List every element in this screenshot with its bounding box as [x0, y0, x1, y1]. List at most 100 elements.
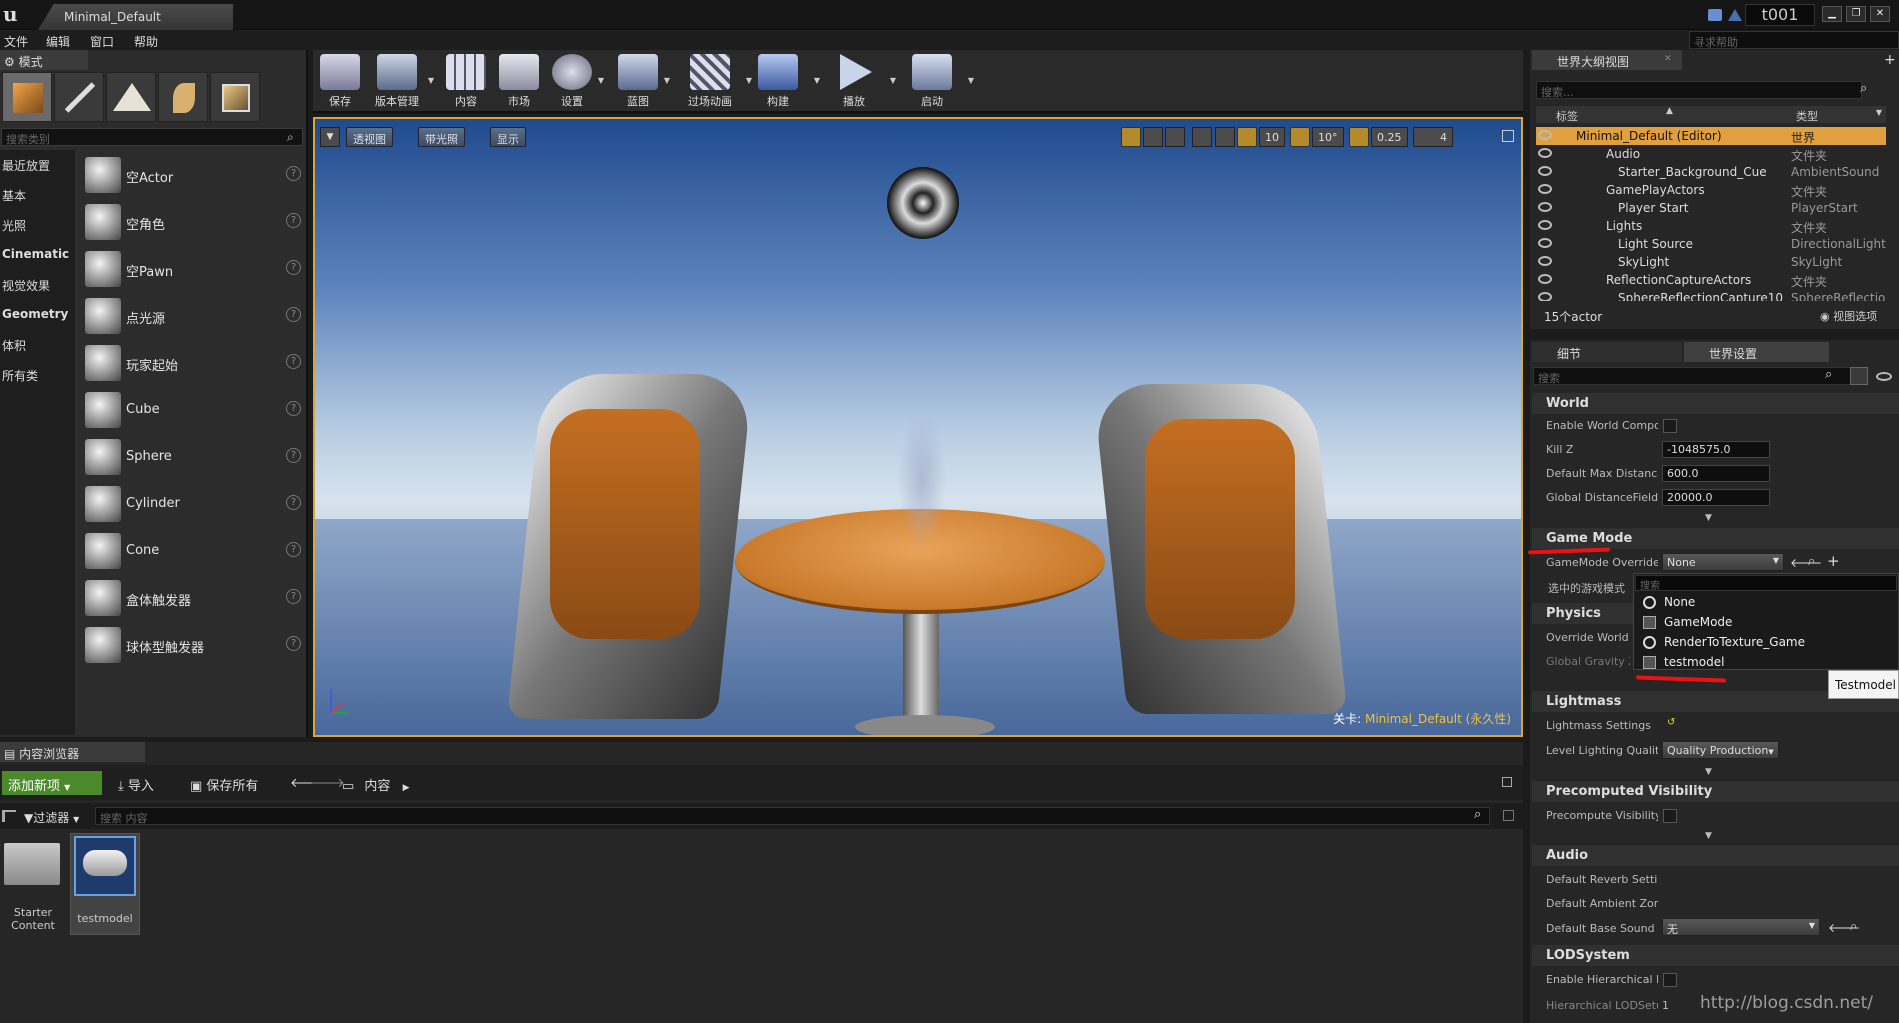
save-all-button[interactable]: ▣ 保存所有 [190, 775, 258, 794]
world-settings-tab[interactable]: 世界设置 [1684, 342, 1829, 362]
maximize-viewport-icon[interactable] [1502, 130, 1514, 142]
menu-window[interactable]: 窗口 [90, 33, 114, 50]
outliner-row[interactable]: ReflectionCaptureActors 文件夹 [1536, 271, 1886, 289]
property-matrix-icon[interactable] [1850, 367, 1868, 385]
notification-icon[interactable] [1708, 9, 1722, 21]
play-button[interactable]: 播放 ▼ [834, 54, 896, 110]
global-distance-field-field[interactable]: 20000.0 [1662, 489, 1770, 506]
place-item-cylinder[interactable]: Cylinder? [83, 481, 305, 525]
advanced-expand-icon[interactable]: ▼ [1705, 767, 1712, 777]
category-search-input[interactable]: 搜索类别 [1, 128, 303, 146]
visibility-eye-icon[interactable] [1538, 274, 1552, 284]
world-outliner-tab[interactable]: 世界大纲视图 [1532, 50, 1682, 70]
geometry-mode-button[interactable] [210, 72, 260, 122]
base-sound-select[interactable]: 无 ▼ [1662, 918, 1820, 936]
details-tab[interactable]: 细节 [1532, 342, 1682, 362]
visibility-eye-icon[interactable] [1538, 130, 1552, 140]
sources-toggle-icon[interactable] [2, 810, 16, 822]
chevron-down-icon[interactable]: ▼ [428, 76, 434, 85]
help-icon[interactable]: ? [286, 213, 301, 228]
perspective-button[interactable]: 透视图 [346, 127, 393, 147]
history-forward-icon[interactable]: 🡒 [310, 775, 345, 791]
add-icon[interactable]: + [1827, 552, 1840, 570]
visibility-eye-icon[interactable] [1538, 202, 1552, 212]
modes-tab[interactable]: ⚙ 模式 [0, 50, 88, 70]
viewport-options-button[interactable]: ▼ [320, 127, 340, 147]
help-search-input[interactable]: 寻求帮助 [1689, 31, 1899, 49]
use-selected-arrow-icon[interactable]: 🡐 [1790, 555, 1822, 570]
settings-button[interactable]: 设置 ▼ [552, 54, 604, 110]
help-icon[interactable]: ? [286, 260, 301, 275]
scale-snap-value[interactable]: 0.25 [1371, 127, 1408, 147]
blueprints-button[interactable]: 蓝图 ▼ [618, 54, 670, 110]
menu-file[interactable]: 文件 [4, 33, 28, 50]
build-button[interactable]: 构建 ▼ [758, 54, 820, 110]
camera-speed-button[interactable]: 4 [1413, 127, 1453, 147]
default-max-distance-field[interactable]: 600.0 [1662, 465, 1770, 482]
lock-icon[interactable] [1502, 777, 1512, 787]
world-local-icon[interactable] [1192, 127, 1212, 147]
reset-arrow-icon[interactable]: ↺ [1667, 717, 1675, 728]
help-icon[interactable]: ? [286, 448, 301, 463]
category-volumes[interactable]: 体积 [2, 337, 26, 354]
visibility-eye-icon[interactable] [1538, 148, 1552, 158]
section-lod-system[interactable]: LODSystem [1532, 945, 1899, 966]
lighting-quality-select[interactable]: Quality Production▼ [1662, 741, 1779, 759]
chevron-down-icon[interactable]: ▼ [814, 76, 820, 85]
section-physics[interactable]: Physics [1532, 603, 1633, 624]
place-item-cone[interactable]: Cone? [83, 528, 305, 572]
place-item-empty-pawn[interactable]: 空Pawn? [83, 246, 305, 290]
landscape-mode-button[interactable] [106, 72, 156, 122]
outliner-row[interactable]: Audio 文件夹 [1536, 145, 1886, 163]
chevron-down-icon[interactable]: ▼ [664, 76, 670, 85]
category-geometry[interactable]: Geometry [2, 307, 68, 321]
advanced-expand-icon[interactable]: ▼ [1705, 513, 1712, 523]
level-document-tab[interactable]: Minimal_Default [38, 4, 233, 30]
help-icon[interactable]: ? [286, 307, 301, 322]
help-icon[interactable]: ? [286, 166, 301, 181]
help-icon[interactable]: ? [286, 354, 301, 369]
outliner-row[interactable]: SkyLight SkyLight [1536, 253, 1886, 271]
outliner-row[interactable]: Starter_Background_Cue AmbientSound [1536, 163, 1886, 181]
rotation-snap-icon[interactable] [1290, 127, 1310, 147]
place-item-player-start[interactable]: 玩家起始? [83, 340, 305, 384]
close-tab-icon[interactable]: ✕ [1664, 54, 1672, 64]
filters-button[interactable]: ▼过滤器 ▼ [24, 809, 79, 826]
category-basic[interactable]: 基本 [2, 187, 26, 204]
advanced-expand-icon[interactable]: ▼ [1705, 831, 1712, 841]
chevron-down-icon[interactable]: ▼ [598, 76, 604, 85]
statue[interactable] [897, 409, 947, 549]
chevron-down-icon[interactable]: ▼ [1876, 108, 1882, 117]
category-all-classes[interactable]: 所有类 [2, 367, 38, 384]
place-item-empty-actor[interactable]: 空Actor? [83, 152, 305, 196]
show-button[interactable]: 显示 [490, 127, 526, 147]
section-audio[interactable]: Audio [1532, 845, 1899, 866]
grid-snap-value[interactable]: 10 [1259, 127, 1285, 147]
place-item-cube[interactable]: Cube? [83, 387, 305, 431]
help-icon[interactable]: ? [286, 542, 301, 557]
level-viewport[interactable]: ▼ 透视图 带光照 显示 10 10° 0.25 4 关卡: Minimal_D… [313, 117, 1523, 737]
browse-search-icon[interactable]: ⌕ [1808, 554, 1815, 569]
outliner-row[interactable]: GamePlayActors 文件夹 [1536, 181, 1886, 199]
help-icon[interactable]: ? [286, 401, 301, 416]
chevron-down-icon[interactable]: ▼ [746, 76, 752, 85]
outliner-row[interactable]: Light Source DirectionalLight [1536, 235, 1886, 253]
content-search-input[interactable]: 搜索 内容 [95, 807, 1490, 825]
chevron-down-icon[interactable]: ▼ [890, 76, 896, 85]
place-item-point-light[interactable]: 点光源? [83, 293, 305, 337]
place-item-sphere-trigger[interactable]: 球体型触发器? [83, 622, 305, 666]
chevron-down-icon[interactable]: ▼ [968, 76, 974, 85]
place-item-box-trigger[interactable]: 盒体触发器? [83, 575, 305, 619]
precompute-visibility-checkbox[interactable] [1663, 809, 1677, 823]
scale-snap-icon[interactable] [1349, 127, 1369, 147]
enable-hierarchical-lod-checkbox[interactable] [1663, 973, 1677, 987]
view-options-button[interactable]: ◉ 视图选项 [1820, 308, 1877, 324]
dropdown-search-input[interactable]: 搜索 [1635, 575, 1897, 592]
outliner-search-input[interactable]: 搜索... [1536, 81, 1862, 99]
save-button[interactable]: 保存 [320, 54, 360, 110]
marketplace-button[interactable]: 市场 [499, 54, 539, 110]
visibility-eye-icon[interactable] [1538, 184, 1552, 194]
outliner-row[interactable]: Minimal_Default (Editor) 世界 [1536, 127, 1886, 145]
close-button[interactable]: ✕ [1870, 6, 1890, 22]
source-control-button[interactable]: 版本管理 ▼ [372, 54, 434, 110]
